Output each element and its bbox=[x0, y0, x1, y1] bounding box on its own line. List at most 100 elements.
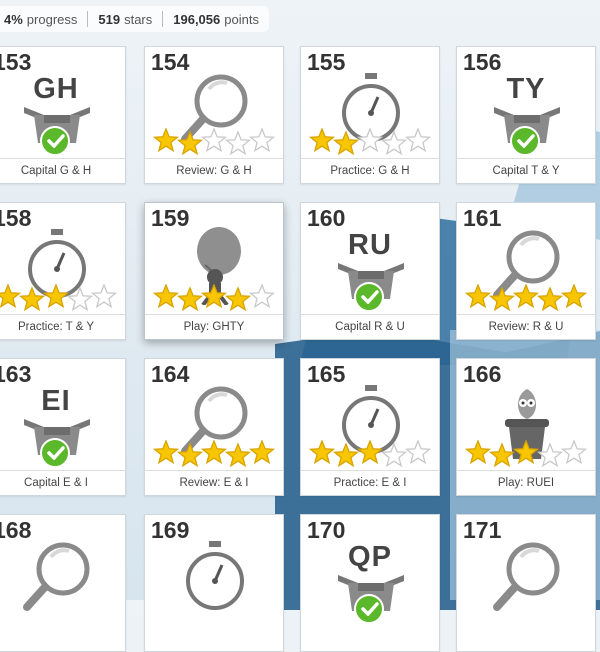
star-rating bbox=[153, 284, 276, 312]
star-filled-icon bbox=[153, 440, 180, 465]
progress-value: 4% bbox=[4, 11, 23, 27]
star-filled-icon bbox=[488, 442, 516, 468]
star-filled-icon bbox=[42, 284, 70, 309]
lesson-card-155[interactable]: 155 Practice: G & H bbox=[300, 46, 440, 184]
star-filled-icon bbox=[176, 442, 204, 468]
lesson-card-165[interactable]: 165 Practice: E & I bbox=[300, 358, 440, 496]
star-filled-icon bbox=[248, 440, 276, 465]
divider bbox=[87, 11, 89, 27]
star-filled-icon bbox=[560, 284, 588, 309]
lesson-label: Review: E & I bbox=[145, 470, 283, 495]
star-empty-icon bbox=[404, 128, 432, 153]
divider bbox=[162, 11, 164, 27]
lesson-card-168[interactable]: 168 bbox=[0, 514, 126, 652]
star-filled-icon bbox=[176, 130, 204, 156]
star-filled-icon bbox=[224, 286, 252, 312]
star-empty-icon bbox=[90, 284, 118, 309]
lesson-number: 163 bbox=[0, 361, 32, 387]
points-count: 196,056 bbox=[173, 11, 221, 27]
lesson-number: 153 bbox=[0, 49, 32, 75]
star-empty-icon bbox=[380, 442, 408, 468]
lesson-card-154[interactable]: 154 Review: G & H bbox=[144, 46, 284, 184]
stars-count: 519 bbox=[98, 11, 121, 27]
lesson-label: Practice: E & I bbox=[301, 470, 439, 495]
points-label: points bbox=[224, 11, 259, 27]
check-icon bbox=[40, 126, 70, 156]
lesson-label: Capital T & Y bbox=[457, 158, 595, 183]
lesson-letters: EI bbox=[41, 385, 71, 417]
star-filled-icon bbox=[488, 286, 516, 312]
magnifier-icon bbox=[23, 542, 90, 611]
star-filled-icon bbox=[512, 440, 540, 465]
star-rating bbox=[465, 440, 588, 468]
star-filled-icon bbox=[153, 284, 180, 309]
star-filled-icon bbox=[153, 128, 180, 153]
lesson-label: Review: G & H bbox=[145, 158, 283, 183]
lesson-card-159[interactable]: 159 Play: GHTY bbox=[144, 202, 284, 340]
star-filled-icon bbox=[536, 286, 564, 312]
lesson-card-158[interactable]: 158Practice: T & Y bbox=[0, 202, 126, 340]
lesson-label: Play: RUEI bbox=[457, 470, 595, 495]
lesson-card-164[interactable]: 164 Review: E & I bbox=[144, 358, 284, 496]
lesson-number: 170 bbox=[307, 517, 346, 543]
star-filled-icon bbox=[309, 440, 336, 465]
lesson-label: Practice: G & H bbox=[301, 158, 439, 183]
star-filled-icon bbox=[200, 284, 228, 309]
star-rating bbox=[153, 128, 276, 156]
star-empty-icon bbox=[380, 130, 408, 156]
lesson-number: 156 bbox=[463, 49, 502, 75]
lesson-card-160[interactable]: 160 RU Capital R & U bbox=[300, 202, 440, 340]
star-filled-icon bbox=[309, 128, 336, 153]
star-filled-icon bbox=[200, 440, 228, 465]
star-filled-icon bbox=[512, 284, 540, 309]
check-icon bbox=[354, 282, 384, 312]
stars-label: stars bbox=[124, 11, 153, 27]
star-filled-icon bbox=[18, 286, 46, 312]
check-icon bbox=[510, 126, 540, 156]
star-empty-icon bbox=[66, 286, 94, 312]
star-filled-icon bbox=[332, 130, 360, 156]
star-empty-icon bbox=[248, 128, 276, 153]
check-icon bbox=[354, 594, 384, 624]
lesson-card-153[interactable]: 153GH Capital G & H bbox=[0, 46, 126, 184]
lesson-letters: TY bbox=[506, 73, 546, 105]
star-rating bbox=[309, 440, 432, 468]
star-filled-icon bbox=[465, 440, 492, 465]
lesson-label: Capital E & I bbox=[0, 470, 125, 495]
star-rating bbox=[465, 284, 588, 312]
star-filled-icon bbox=[0, 284, 22, 309]
star-empty-icon bbox=[248, 284, 276, 309]
lesson-card-166[interactable]: 166 Play: RUEI bbox=[456, 358, 596, 496]
lesson-card-163[interactable]: 163 EI Capital E & I bbox=[0, 358, 126, 496]
check-icon bbox=[40, 438, 70, 468]
lesson-label: Capital G & H bbox=[0, 158, 125, 183]
lesson-letters: QP bbox=[348, 541, 392, 573]
star-filled-icon bbox=[176, 286, 204, 312]
lesson-letters: GH bbox=[33, 73, 79, 105]
lesson-card-156[interactable]: 156 TY Capital T & Y bbox=[456, 46, 596, 184]
star-filled-icon bbox=[224, 442, 252, 468]
lesson-number: 160 bbox=[307, 205, 346, 231]
lesson-label: Capital R & U bbox=[301, 314, 439, 339]
star-rating bbox=[153, 440, 276, 468]
progress-label: progress bbox=[26, 11, 78, 27]
star-empty-icon bbox=[560, 440, 588, 465]
magnifier-icon bbox=[493, 542, 560, 611]
star-empty-icon bbox=[356, 128, 384, 153]
lesson-card-170[interactable]: 170 QP bbox=[300, 514, 440, 652]
star-empty-icon bbox=[224, 130, 252, 156]
star-empty-icon bbox=[404, 440, 432, 465]
lesson-label: Play: GHTY bbox=[145, 314, 283, 339]
lesson-card-171[interactable]: 171 bbox=[456, 514, 596, 652]
star-filled-icon bbox=[332, 442, 360, 468]
lesson-label: Practice: T & Y bbox=[0, 314, 125, 339]
lesson-card-169[interactable]: 169 bbox=[144, 514, 284, 652]
star-empty-icon bbox=[200, 128, 228, 153]
star-filled-icon bbox=[356, 440, 384, 465]
lesson-label: Review: R & U bbox=[457, 314, 595, 339]
star-rating bbox=[0, 284, 118, 312]
lesson-card-161[interactable]: 161 Review: R & U bbox=[456, 202, 596, 340]
star-empty-icon bbox=[536, 442, 564, 468]
star-filled-icon bbox=[465, 284, 492, 309]
lesson-letters: RU bbox=[348, 229, 392, 261]
